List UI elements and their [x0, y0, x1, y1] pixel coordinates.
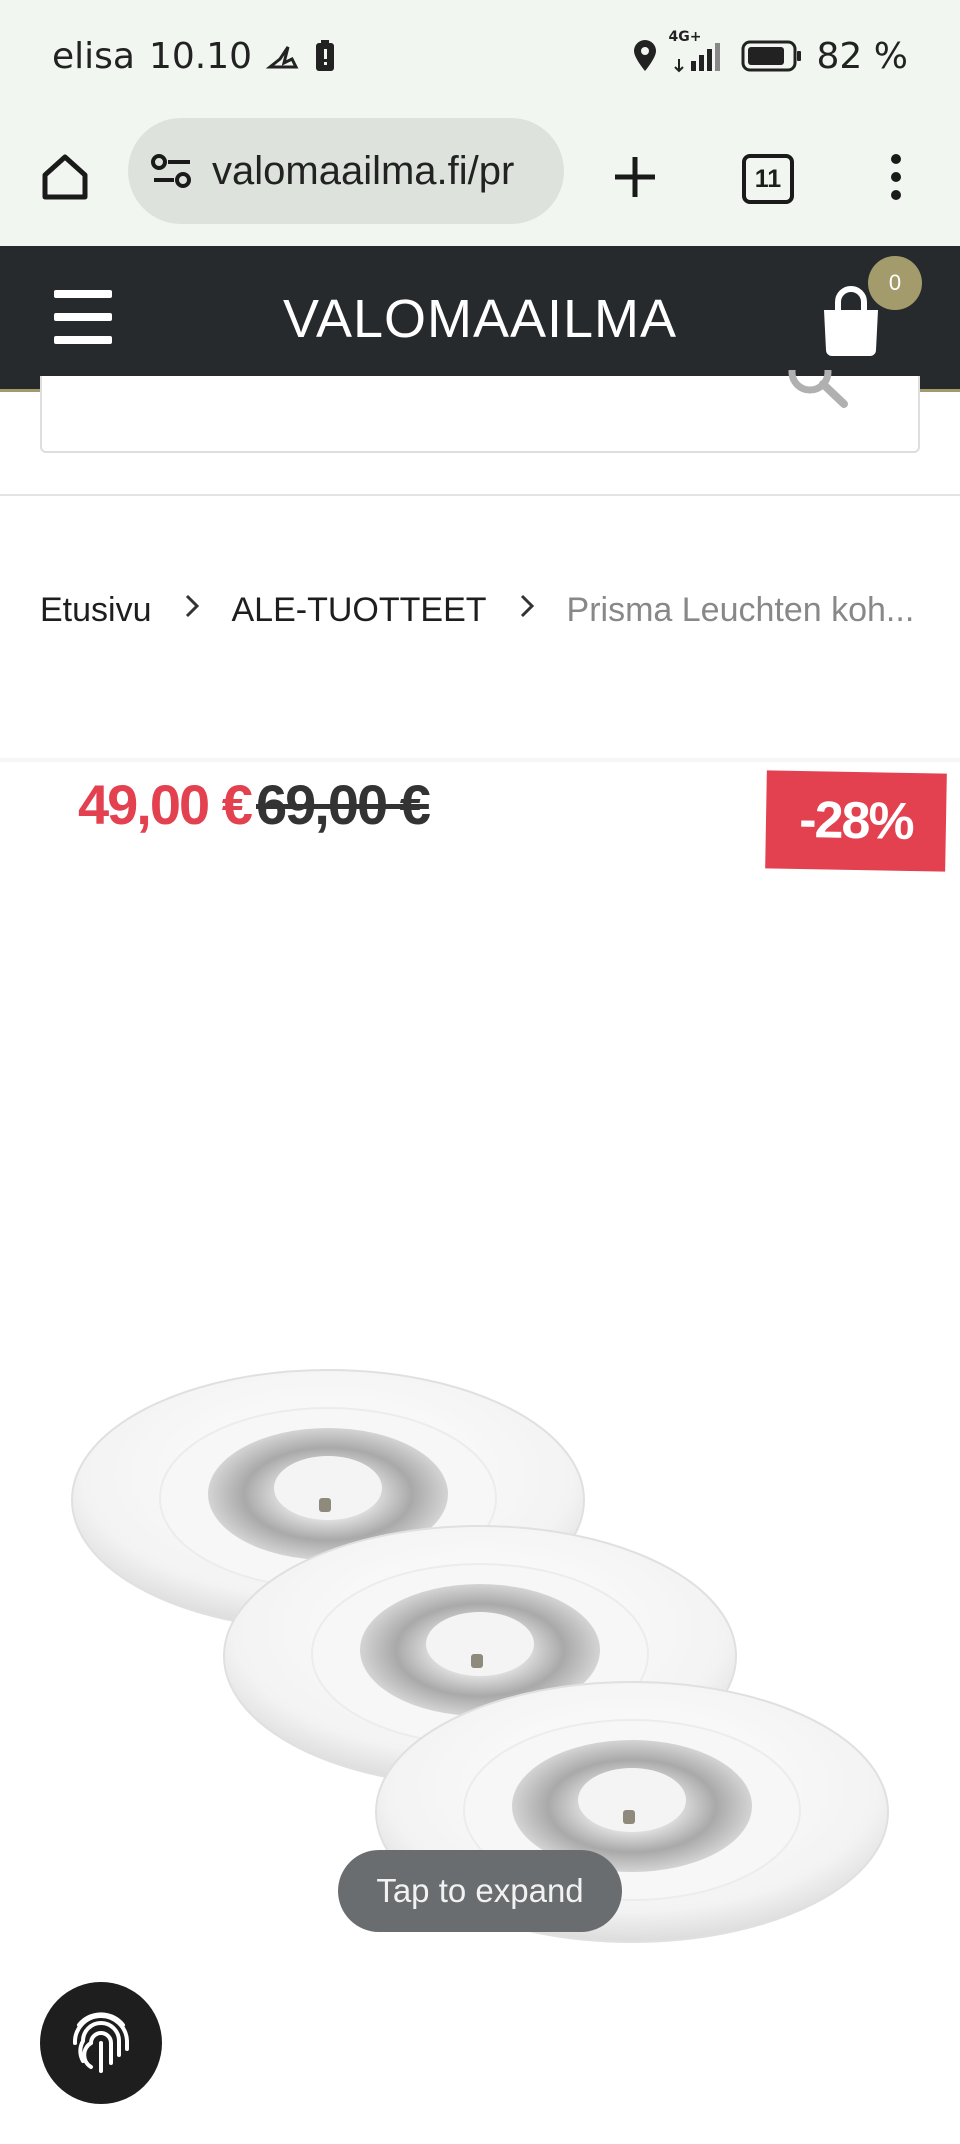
- new-tab-icon: [611, 153, 659, 205]
- network-type: 4G+: [668, 29, 702, 45]
- site-logo[interactable]: VALOMAAILMA: [0, 288, 960, 350]
- url-text[interactable]: valomaailma.fi/pr: [212, 149, 514, 194]
- activity-icon: [266, 39, 300, 73]
- tap-to-expand-hint[interactable]: Tap to expand: [338, 1850, 622, 1932]
- battery-icon: [741, 39, 803, 73]
- chevron-right-icon: [184, 593, 200, 627]
- status-bar: elisa 10.10 4G+ 82 %: [0, 0, 960, 112]
- new-tab-button[interactable]: [600, 112, 670, 246]
- battery-alert-icon: [314, 39, 336, 73]
- cart-count-badge[interactable]: 0: [868, 256, 922, 310]
- carrier-label: elisa: [52, 35, 135, 77]
- tab-switcher-icon: 11: [742, 154, 794, 204]
- fingerprint-icon: [65, 2005, 137, 2081]
- breadcrumb-home[interactable]: Etusivu: [40, 591, 152, 630]
- original-price: 69,00 €: [256, 773, 431, 836]
- discount-badge: -28%: [765, 770, 947, 872]
- tab-switcher-button[interactable]: 11: [728, 112, 808, 246]
- search-icon[interactable]: [780, 350, 850, 424]
- clock: 10.10: [148, 35, 253, 77]
- more-menu-icon: [889, 153, 903, 205]
- battery-percent: 82 %: [816, 35, 908, 77]
- home-button[interactable]: [30, 112, 100, 246]
- fingerprint-button[interactable]: [40, 1982, 162, 2104]
- sale-price: 49,00 €: [78, 773, 253, 836]
- site-settings-icon[interactable]: [150, 151, 194, 191]
- browser-toolbar: valomaailma.fi/pr 11: [0, 112, 960, 246]
- chevron-right-icon: [519, 593, 535, 627]
- breadcrumb-current: Prisma Leuchten koh...: [566, 590, 915, 629]
- signal-icon: 4G+: [669, 29, 727, 73]
- more-menu-button[interactable]: [868, 112, 924, 246]
- breadcrumb-category[interactable]: ALE-TUOTTEET: [232, 591, 487, 630]
- product-section-divider: [0, 758, 960, 762]
- status-left: elisa 10.10: [52, 36, 336, 77]
- location-icon: [631, 39, 659, 73]
- status-right: 4G+ 82 %: [631, 29, 908, 77]
- address-bar[interactable]: valomaailma.fi/pr: [128, 118, 564, 224]
- home-icon: [39, 151, 91, 207]
- breadcrumb: Etusivu ALE-TUOTTEET Prisma Leuchten koh…: [40, 584, 914, 636]
- header-divider: [0, 494, 960, 496]
